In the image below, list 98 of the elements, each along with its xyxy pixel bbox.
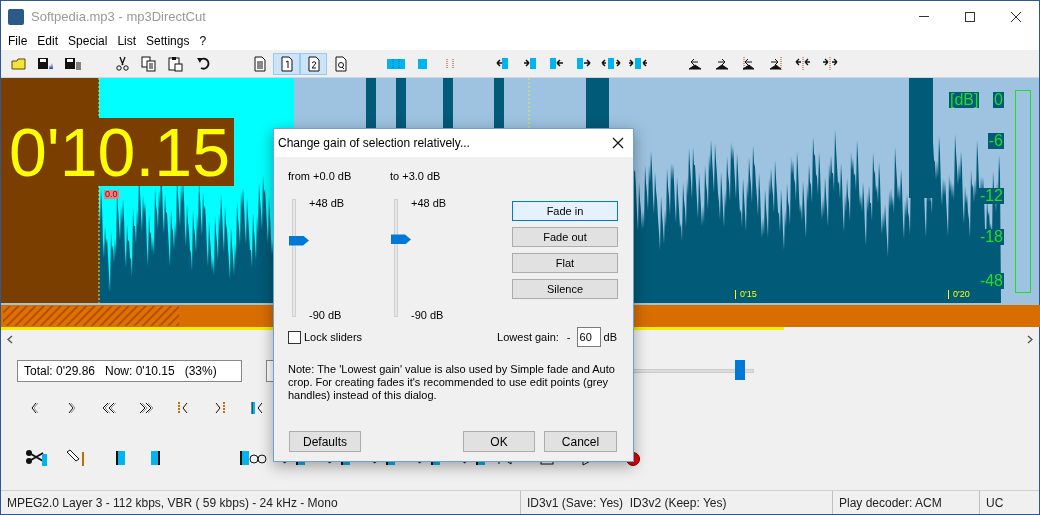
scroll-left-icon[interactable] <box>7 334 13 344</box>
marker-label: 0.0 <box>104 190 119 199</box>
note-text: Note: The 'Lowest gain' value is also used by Simple fade and Auto crop. For creating fades it's recommended to use edit points (grey handles) instead of this dialog. <box>288 363 616 402</box>
arrow-bar-icon <box>496 57 509 70</box>
db-tick-label: -48 <box>978 273 1004 289</box>
status-text: ID3v1 (Save: Yes) ID3v2 (Keep: Yes) <box>520 491 832 514</box>
transport-button[interactable] <box>25 448 48 468</box>
status-text: Play decoder: ACM <box>832 491 979 514</box>
pencil-icon <box>66 449 85 467</box>
mark-icon <box>150 450 161 466</box>
mark-back-icon <box>251 401 263 415</box>
arrow-bar-icon <box>627 57 648 70</box>
dialog-button[interactable]: OK <box>463 431 535 452</box>
scale-label: -90 dB <box>309 307 343 323</box>
nav-button[interactable] <box>101 401 117 415</box>
menu-item[interactable]: Edit <box>32 32 64 50</box>
cue-arrow-icon <box>687 57 702 70</box>
db-unit-label: [dB] <box>949 92 980 108</box>
save-icon <box>63 57 82 70</box>
scroll-right-icon[interactable] <box>1027 334 1033 344</box>
scissors-icon <box>114 55 129 72</box>
unit-label: dB <box>603 329 617 345</box>
double-chevron-left-icon <box>31 402 39 414</box>
document-icon <box>280 55 293 72</box>
loop-mark-icon <box>239 450 267 466</box>
marker-lines-icon <box>445 57 454 70</box>
selection-icon <box>385 57 406 70</box>
time-display: 0'10.15 <box>9 118 234 186</box>
dialog-button[interactable]: Cancel <box>544 431 617 452</box>
time-tick-label: 0'15 <box>735 290 757 299</box>
scale-label: -90 dB <box>411 307 445 323</box>
document-icon <box>334 55 347 72</box>
menu-item[interactable]: Settings <box>141 32 195 50</box>
field-label: Lowest gain: <box>497 329 559 345</box>
slider-value-label: to +3.0 dB <box>390 169 442 183</box>
scissors-icon <box>25 449 48 467</box>
preset-button[interactable]: Silence <box>512 279 618 299</box>
transport-button[interactable] <box>239 448 267 468</box>
db-tick-label: -18 <box>978 229 1004 245</box>
menu-item[interactable]: Special <box>63 32 113 50</box>
arrow-bar-icon <box>600 57 621 70</box>
cue-arrow-icon <box>769 56 782 71</box>
split-arrows-icon <box>794 56 811 71</box>
cue-back-icon <box>178 401 188 415</box>
slider-thumb[interactable] <box>391 234 411 245</box>
status-text: UC <box>979 491 1039 514</box>
slider-value-label: from +0.0 dB <box>288 169 353 183</box>
nav-button[interactable] <box>249 401 265 415</box>
slider-thumb[interactable] <box>289 235 309 246</box>
preset-button[interactable]: Fade in <box>512 201 618 221</box>
close-icon <box>1011 11 1021 22</box>
sign-label: - <box>566 329 571 345</box>
fast-rewind-icon <box>101 402 117 414</box>
position-display: Total: 0'29.86 Now: 0'10.15 (33%) <box>17 360 242 382</box>
dialog-button[interactable]: Defaults <box>289 431 361 452</box>
db-tick-label: -12 <box>978 188 1004 204</box>
arrow-bar-icon <box>549 57 564 70</box>
transport-button[interactable] <box>115 448 126 468</box>
mark-icon <box>115 450 126 466</box>
menu-item[interactable]: List <box>112 32 142 50</box>
nav-button[interactable] <box>138 401 154 415</box>
copy-icon <box>141 55 156 72</box>
preset-button[interactable]: Fade out <box>512 227 618 247</box>
slider-thumb[interactable] <box>734 360 745 380</box>
menu-item[interactable]: File <box>3 32 33 50</box>
arrow-bar-icon <box>576 57 591 70</box>
paste-icon <box>168 55 183 72</box>
close-icon <box>612 137 624 149</box>
scale-label: +48 dB <box>309 196 345 211</box>
double-chevron-right-icon <box>68 402 76 414</box>
window-title: Softpedia.mp3 - mp3DirectCut <box>31 7 206 26</box>
document-icon <box>253 55 266 72</box>
undo-icon <box>195 57 210 70</box>
document-icon <box>307 55 320 72</box>
time-tick-label: 0'20 <box>948 290 970 299</box>
checkbox-label: Lock sliders <box>304 329 363 345</box>
fast-forward-icon <box>138 402 154 414</box>
minimize-icon <box>919 16 929 17</box>
db-tick-label: 0 <box>993 92 1004 108</box>
gain-input[interactable]: 60 <box>576 327 601 347</box>
cue-arrow-icon <box>714 57 729 70</box>
split-arrows-icon <box>821 56 838 71</box>
dialog-title: Change gain of selection relatively... <box>278 135 470 152</box>
save-icon <box>37 57 54 70</box>
scale-label: +48 dB <box>411 196 447 211</box>
cue-forward-icon <box>215 401 225 415</box>
cue-arrow-icon <box>742 56 755 71</box>
transport-button[interactable] <box>66 448 85 468</box>
preset-button[interactable]: Flat <box>512 253 618 273</box>
folder-icon <box>11 57 26 70</box>
checkbox[interactable] <box>288 330 301 344</box>
menu-item[interactable]: ? <box>194 32 212 50</box>
status-text: MPEG2.0 Layer 3 - 112 kbps, VBR ( 59 kbps) - 24 kHz - Mono <box>6 494 339 512</box>
arrow-bar-icon <box>522 57 537 70</box>
app-icon <box>8 8 24 25</box>
maximize-icon <box>965 11 975 22</box>
transport-button[interactable] <box>150 448 161 468</box>
selection-icon <box>417 57 428 70</box>
